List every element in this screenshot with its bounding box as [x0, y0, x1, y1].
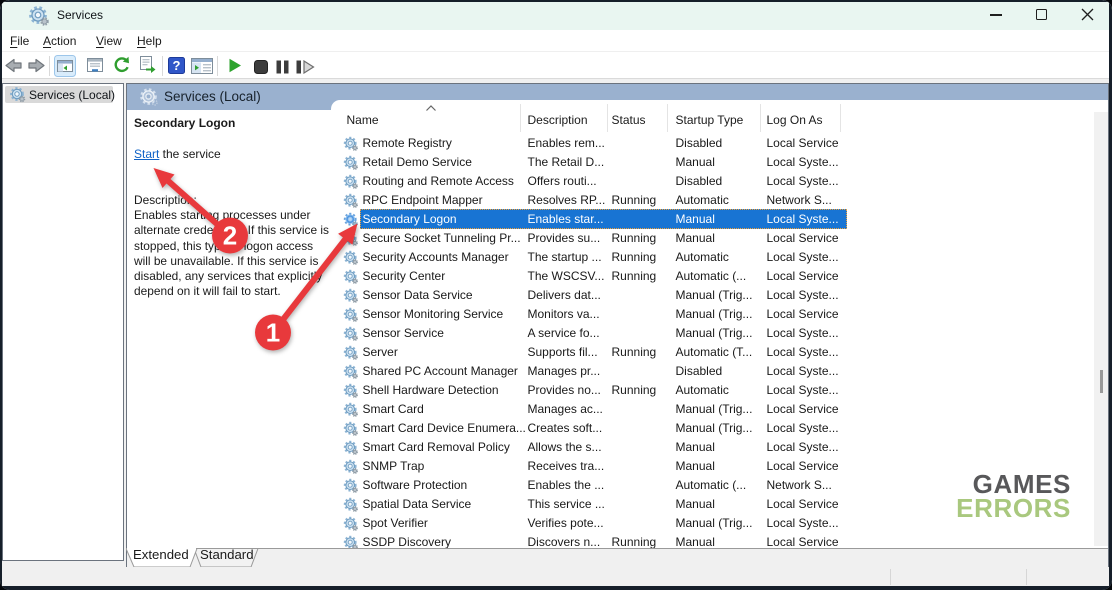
svg-text:?: ?: [173, 58, 181, 73]
